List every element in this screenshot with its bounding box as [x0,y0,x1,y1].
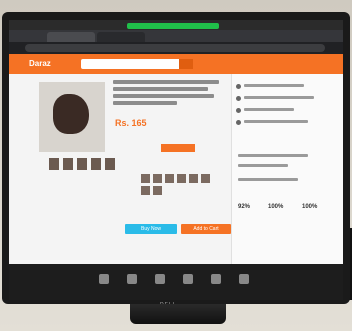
participants-icon[interactable] [183,274,193,284]
meeting-toolbar [9,264,343,300]
variant-swatch[interactable] [141,174,150,183]
hair-clip-image [53,94,89,134]
monitor-bezel: Daraz Rs. 165 Buy Now Add to Cart 92% 10… [2,12,350,308]
color-variants [141,174,221,198]
screen: Daraz Rs. 165 Buy Now Add to Cart 92% 10… [9,20,343,300]
chat-icon[interactable] [211,274,221,284]
mic-icon[interactable] [99,274,109,284]
desk-scene: Daraz Rs. 165 Buy Now Add to Cart 92% 10… [0,0,352,331]
ship-on-time: 100% [268,204,284,210]
thumbnail[interactable] [91,158,101,170]
buy-now-button[interactable]: Buy Now [125,224,177,234]
video-icon[interactable] [127,274,137,284]
variant-swatch[interactable] [165,174,174,183]
chat-response: 100% [302,204,318,210]
cash-icon [236,108,241,113]
sale-badge [161,144,195,152]
site-header: Daraz [9,54,343,74]
positive-rating: 92% [238,204,251,210]
variant-swatch[interactable] [177,174,186,183]
variant-swatch[interactable] [201,174,210,183]
delivery-icon [236,96,241,101]
monitor-stand [130,304,226,324]
thumbnail[interactable] [63,158,73,170]
variant-swatch[interactable] [153,174,162,183]
thumbnail[interactable] [105,158,115,170]
thumbnail-strip [49,158,119,170]
return-icon [236,120,241,125]
product-page: Rs. 165 Buy Now Add to Cart 92% 100% 100… [9,74,343,264]
variant-swatch[interactable] [189,174,198,183]
share-icon[interactable] [155,274,165,284]
address-bar [9,42,343,54]
delivery-panel: 92% 100% 100% [231,74,343,264]
thumbnail[interactable] [49,158,59,170]
variant-swatch[interactable] [153,186,162,195]
product-title [113,80,219,108]
site-logo[interactable]: Daraz [29,59,51,68]
product-price: Rs. 165 [115,118,147,128]
tab-2[interactable] [97,32,145,42]
add-to-cart-button[interactable]: Add to Cart [181,224,231,234]
share-banner[interactable] [127,23,219,29]
search-icon[interactable] [179,59,193,69]
tab-strip [9,30,343,42]
location-icon [236,84,241,89]
record-icon[interactable] [239,274,249,284]
search-input[interactable] [81,59,193,69]
tab-1[interactable] [47,32,95,42]
variant-swatch[interactable] [141,186,150,195]
url-field[interactable] [25,44,325,52]
thumbnail[interactable] [77,158,87,170]
